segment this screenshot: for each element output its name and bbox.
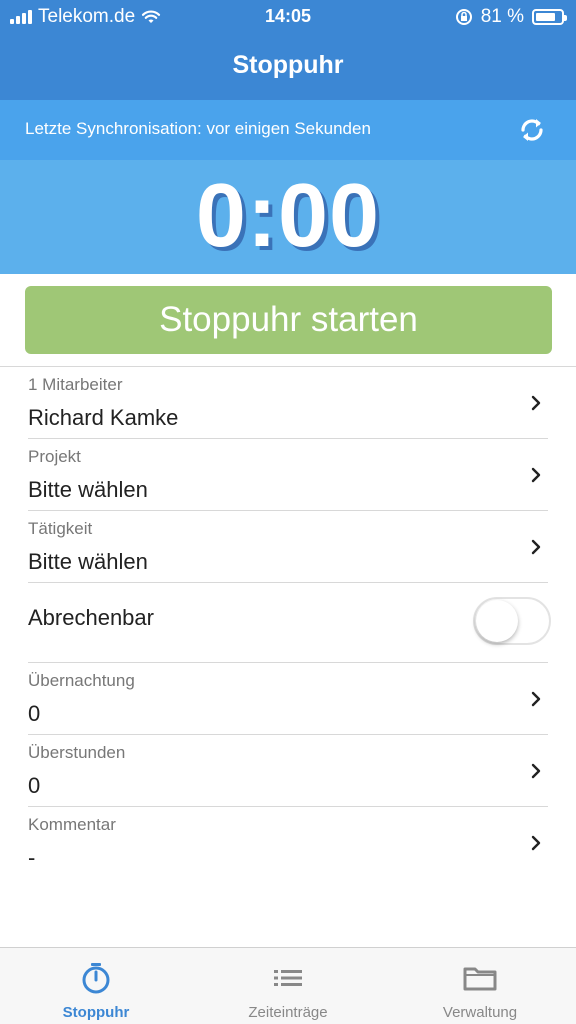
tab-stopwatch[interactable]: Stoppuhr <box>0 948 192 1024</box>
overnight-label: Übernachtung <box>28 671 135 690</box>
tab-label: Verwaltung <box>442 1004 518 1021</box>
tab-management[interactable]: Verwaltung <box>384 948 576 1024</box>
toggle-knob <box>476 600 518 642</box>
overnight-row[interactable]: Übernachtung 0 <box>28 663 548 735</box>
battery-percent: 81 % <box>480 6 524 27</box>
comment-label: Kommentar <box>28 815 116 834</box>
employee-label: 1 Mitarbeiter <box>28 375 123 394</box>
overtime-row[interactable]: Überstunden 0 <box>28 735 548 807</box>
tab-label: Stoppuhr <box>62 1004 130 1021</box>
comment-row[interactable]: Kommentar - <box>28 807 548 879</box>
activity-row[interactable]: Tätigkeit Bitte wählen <box>28 511 548 583</box>
battery-icon <box>532 9 567 25</box>
billable-label: Abrechenbar <box>28 605 154 630</box>
sync-status-text: Letzte Synchronisation: vor einigen Seku… <box>25 119 371 138</box>
chevron-right-icon <box>531 763 541 779</box>
sync-bar: Letzte Synchronisation: vor einigen Seku… <box>0 100 576 160</box>
chevron-right-icon <box>531 835 541 851</box>
orientation-lock-icon <box>455 9 472 25</box>
employee-value: Richard Kamke <box>28 405 179 430</box>
stopwatch-icon <box>82 963 110 994</box>
tab-label: Zeiteinträge <box>248 1004 328 1021</box>
start-stopwatch-button[interactable]: Stoppuhr starten <box>25 286 552 354</box>
tab-bar: Stoppuhr Zeiteinträge Verwaltung <box>0 947 576 1024</box>
comment-value: - <box>28 845 36 870</box>
list-icon <box>274 970 302 986</box>
chevron-right-icon <box>531 691 541 707</box>
overtime-value: 0 <box>28 773 41 798</box>
overtime-label: Überstunden <box>28 743 126 762</box>
page-title: Stoppuhr <box>232 51 344 79</box>
folder-icon <box>463 967 497 991</box>
billable-toggle[interactable] <box>473 597 551 645</box>
sync-icon[interactable] <box>516 114 548 146</box>
billable-row: Abrechenbar <box>28 583 551 663</box>
activity-label: Tätigkeit <box>28 519 93 538</box>
chevron-right-icon <box>531 467 541 483</box>
project-label: Projekt <box>28 447 81 466</box>
timer-display: 0:00 <box>0 160 576 274</box>
project-value: Bitte wählen <box>28 477 148 502</box>
project-row[interactable]: Projekt Bitte wählen <box>28 439 548 511</box>
activity-value: Bitte wählen <box>28 549 148 574</box>
chevron-right-icon <box>531 395 541 411</box>
status-bar: Telekom.de 14:05 81 % <box>0 0 576 34</box>
tab-time-entries[interactable]: Zeiteinträge <box>192 948 384 1024</box>
nav-bar: Stoppuhr <box>0 34 576 100</box>
chevron-right-icon <box>531 539 541 555</box>
overnight-value: 0 <box>28 701 41 726</box>
timer-value: 0:00 <box>195 166 381 266</box>
employee-row[interactable]: 1 Mitarbeiter Richard Kamke <box>28 367 548 439</box>
